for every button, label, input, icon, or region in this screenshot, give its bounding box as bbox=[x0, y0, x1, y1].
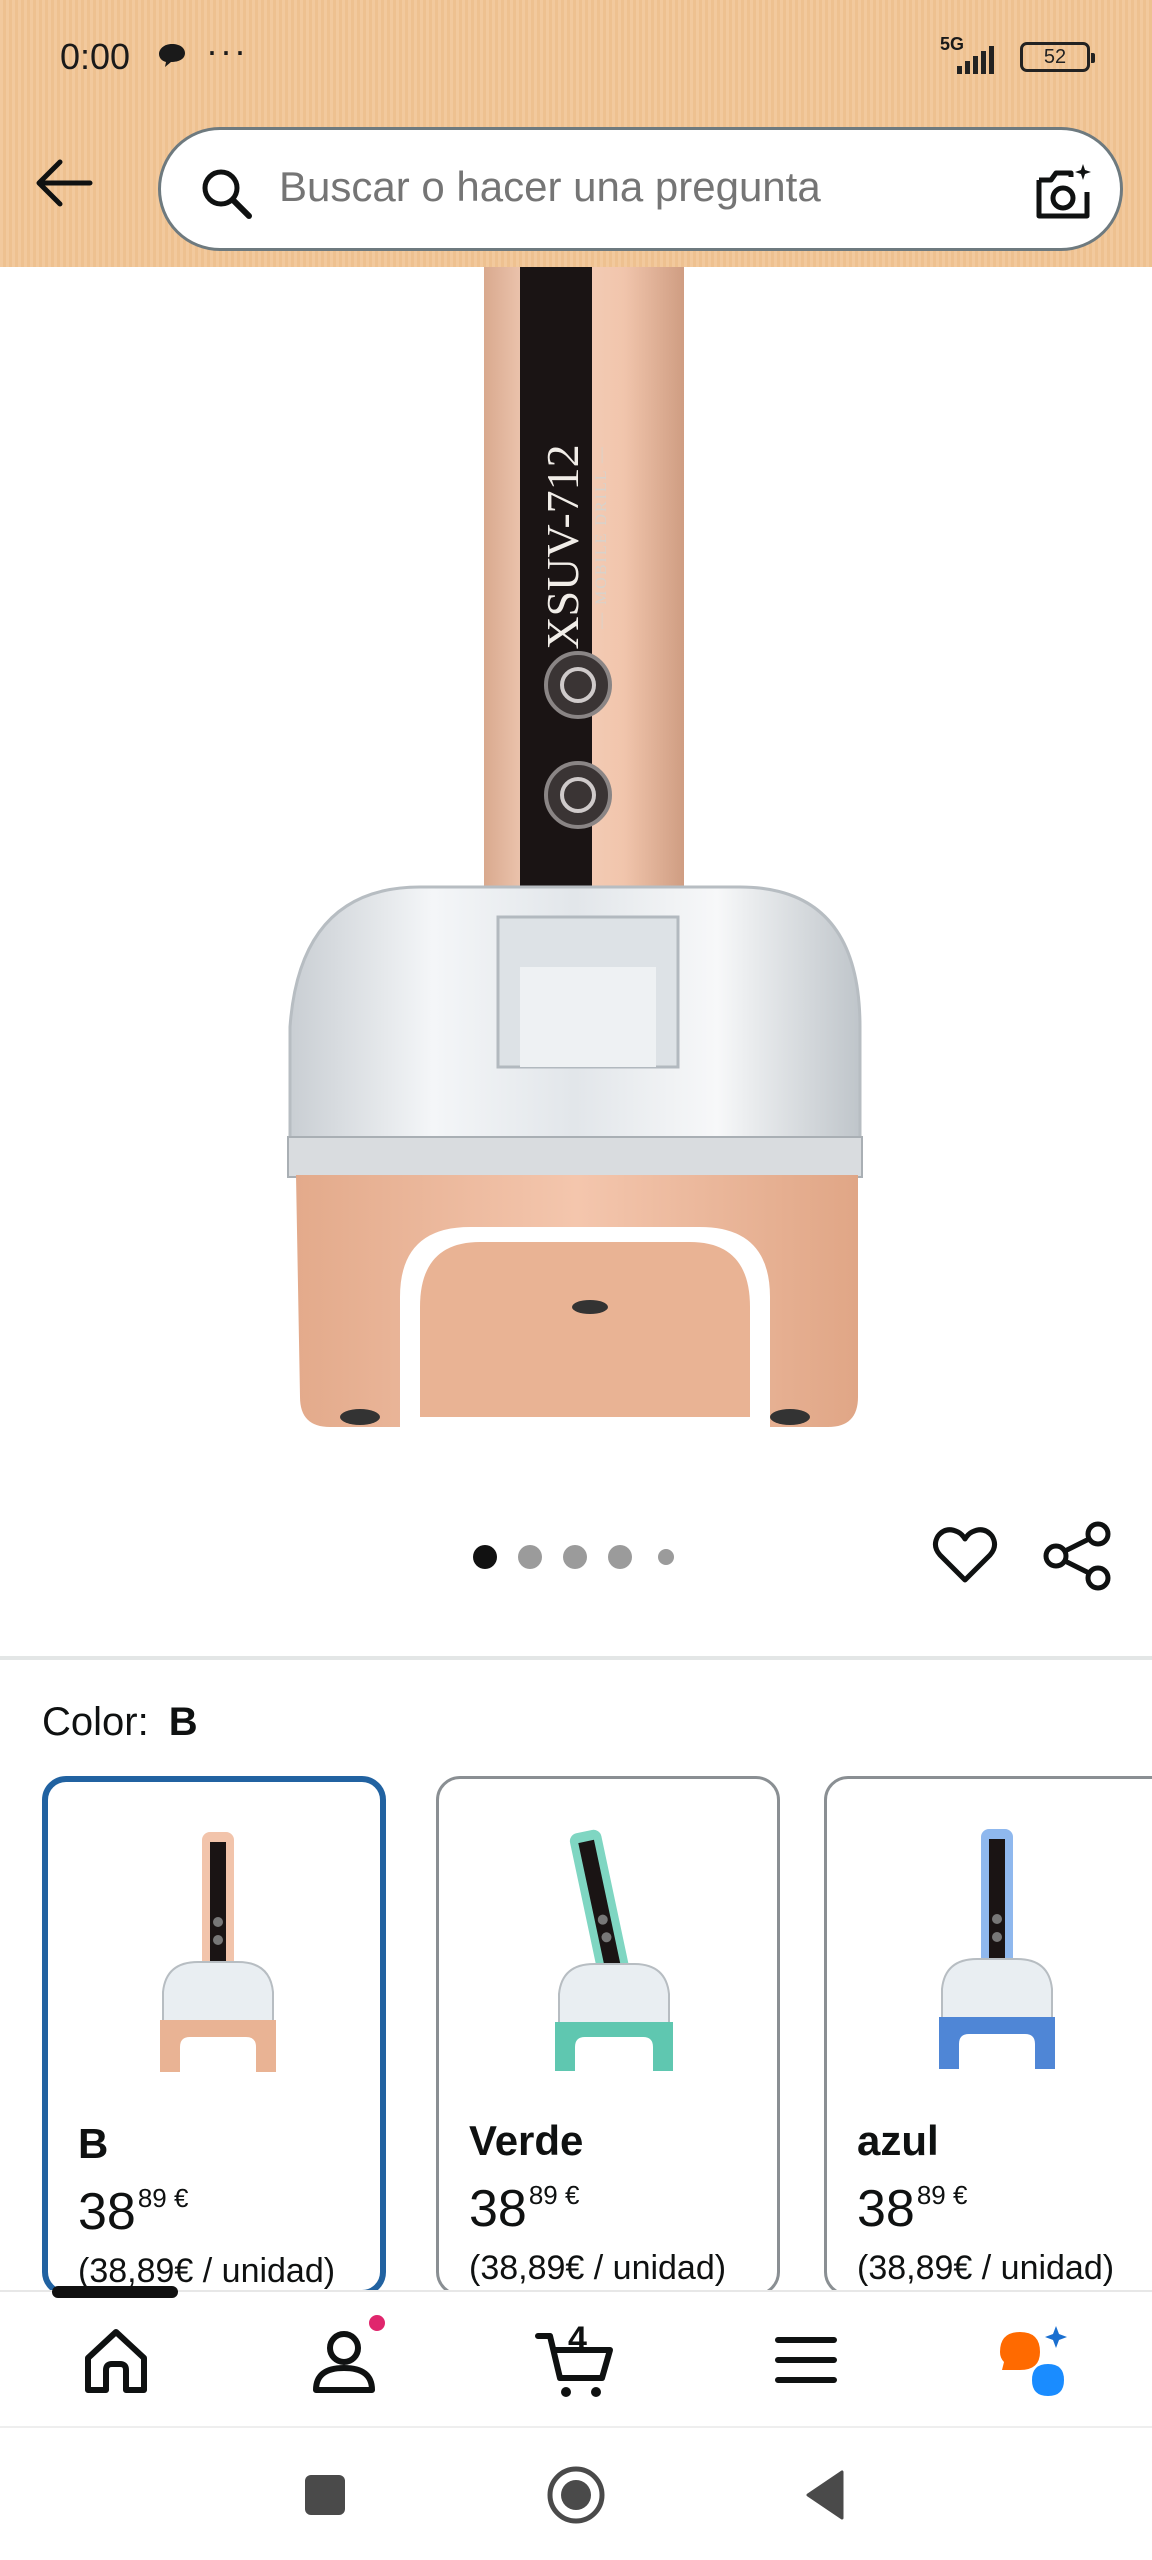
swatch-name: azul bbox=[857, 2117, 939, 2164]
home-circle-icon[interactable] bbox=[543, 2462, 609, 2528]
bottom-nav: 4 bbox=[0, 2286, 1152, 2426]
search-bar[interactable] bbox=[158, 127, 1123, 251]
price-currency: € bbox=[953, 2180, 968, 2210]
section-divider bbox=[0, 1656, 1152, 1660]
menu-icon[interactable] bbox=[764, 2318, 848, 2402]
cart-count-badge: 4 bbox=[568, 2320, 587, 2358]
swatch-thumbnail bbox=[939, 1829, 1055, 2069]
swatch-name: Verde bbox=[469, 2117, 584, 2164]
color-label-row: Color: B bbox=[42, 1700, 198, 1745]
share-icon[interactable] bbox=[1042, 1520, 1114, 1592]
color-swatch-azul[interactable]: azul 3889 € (38,89€ / unidad) bbox=[824, 1776, 1152, 2296]
notification-dot bbox=[366, 2312, 388, 2334]
status-more: ··· bbox=[206, 30, 248, 71]
model-text: XSUV-712 bbox=[537, 444, 588, 649]
swatch-unit-price: (38,89€ / unidad) bbox=[469, 2249, 727, 2287]
color-label: Color: bbox=[42, 1700, 149, 1744]
color-swatch-b[interactable]: B 3889 € (38,89€ / unidad) bbox=[42, 1776, 386, 2296]
price-fraction: 89 bbox=[137, 2183, 167, 2213]
price-currency: € bbox=[565, 2180, 580, 2210]
carousel-dot-1[interactable] bbox=[473, 1545, 497, 1569]
price-fraction: 89 bbox=[916, 2180, 946, 2210]
header-bar: 0:00 ··· 5G 52 bbox=[0, 0, 1152, 267]
rufus-assistant-icon[interactable] bbox=[994, 2318, 1078, 2402]
price-fraction: 89 bbox=[528, 2180, 558, 2210]
status-bar: 0:00 ··· 5G 52 bbox=[0, 0, 1152, 110]
carousel-dot-4[interactable] bbox=[608, 1545, 632, 1569]
model-subtext: — MOBILE DRILL — bbox=[593, 445, 610, 630]
search-icon bbox=[202, 169, 252, 219]
price-currency: € bbox=[174, 2183, 189, 2213]
price-whole: 38 bbox=[857, 2180, 915, 2238]
swatch-price: 3889 € bbox=[857, 2179, 967, 2239]
heart-icon[interactable] bbox=[930, 1520, 1000, 1590]
swatch-thumbnail bbox=[555, 1829, 673, 2071]
swatch-name: B bbox=[78, 2120, 109, 2167]
battery-indicator: 52 bbox=[1020, 42, 1095, 72]
price-whole: 38 bbox=[78, 2183, 136, 2241]
system-nav-bar bbox=[0, 2426, 1152, 2560]
color-swatch-verde[interactable]: Verde 3889 € (38,89€ / unidad) bbox=[436, 1776, 780, 2296]
carousel-dot-2[interactable] bbox=[518, 1545, 542, 1569]
carousel-dot-3[interactable] bbox=[563, 1545, 587, 1569]
search-input[interactable] bbox=[279, 163, 979, 211]
nav-active-indicator bbox=[52, 2286, 178, 2298]
recents-square-icon[interactable] bbox=[292, 2462, 358, 2528]
swatch-unit-price: (38,89€ / unidad) bbox=[857, 2249, 1115, 2287]
product-image[interactable]: XSUV-712 — MOBILE DRILL — bbox=[0, 267, 1152, 1477]
signal-icon bbox=[957, 46, 994, 74]
message-icon bbox=[159, 44, 185, 67]
back-triangle-icon[interactable] bbox=[796, 2462, 862, 2528]
price-whole: 38 bbox=[469, 2180, 527, 2238]
home-icon[interactable] bbox=[74, 2318, 158, 2402]
camera-search-icon[interactable] bbox=[1031, 160, 1095, 224]
status-time: 0:00 bbox=[60, 36, 131, 77]
color-selected-value: B bbox=[168, 1700, 198, 1744]
product-drill-illustration: XSUV-712 — MOBILE DRILL — bbox=[287, 267, 863, 1427]
swatch-thumbnail bbox=[160, 1832, 276, 2072]
swatch-price: 3889 € bbox=[78, 2182, 188, 2242]
carousel-dot-5[interactable] bbox=[658, 1549, 674, 1565]
back-arrow-icon[interactable] bbox=[30, 150, 96, 216]
swatch-price: 3889 € bbox=[469, 2179, 579, 2239]
